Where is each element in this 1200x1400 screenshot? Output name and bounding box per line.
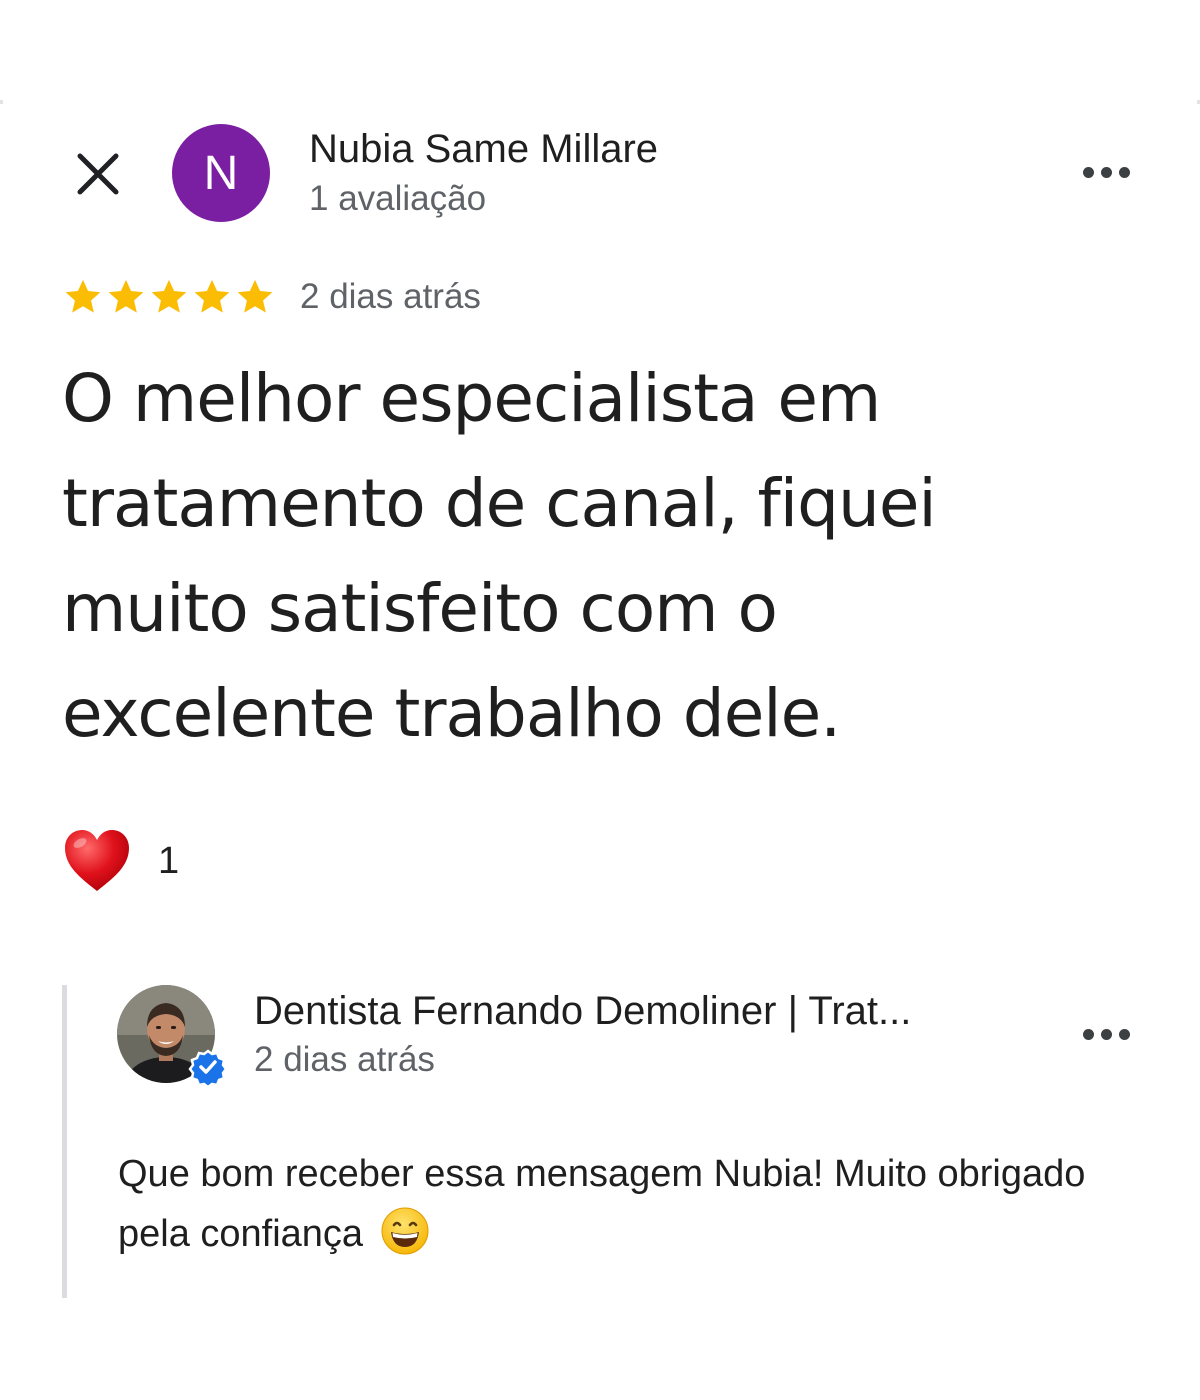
- close-icon: [77, 153, 119, 195]
- more-dot: [1100, 166, 1112, 178]
- reviewer-avatar[interactable]: N: [172, 124, 270, 222]
- owner-name[interactable]: Dentista Fernando Demoliner | Trat...: [254, 986, 911, 1036]
- more-dot: [1082, 166, 1094, 178]
- more-dot: [1082, 1028, 1094, 1040]
- reply-message: Que bom receber essa mensagem Nubia! Mui…: [118, 1153, 1086, 1255]
- star-icon: [237, 279, 273, 313]
- grinning-face-icon: [381, 1207, 429, 1255]
- reply-date: 2 dias atrás: [254, 1040, 435, 1079]
- review-text: O melhor especialista em tratamento de c…: [62, 360, 937, 752]
- reaction-count: 1: [158, 839, 180, 882]
- owner-photo: [117, 985, 228, 1089]
- more-dot: [1118, 1028, 1130, 1040]
- more-dot: [1100, 1028, 1112, 1040]
- reviewer-name[interactable]: Nubia Same Millare: [309, 124, 658, 174]
- reply-text: Que bom receber essa mensagem Nubia! Mui…: [118, 1144, 1118, 1264]
- reviewer-review-count: 1 avaliação: [309, 179, 487, 218]
- more-dot: [1118, 166, 1130, 178]
- owner-avatar[interactable]: [117, 985, 228, 1089]
- star-icon: [194, 279, 230, 313]
- sheet-edge-left: [0, 100, 3, 104]
- star-rating: [62, 276, 276, 318]
- rating-row: 2 dias atrás: [62, 272, 481, 322]
- star-icon: [65, 279, 101, 313]
- reply-more-button[interactable]: [1076, 1014, 1136, 1054]
- reaction-button[interactable]: 1: [62, 826, 179, 896]
- heart-icon: [65, 830, 129, 891]
- reviewer-initial: N: [203, 146, 239, 200]
- star-icon: [151, 279, 187, 313]
- star-icon: [108, 279, 144, 313]
- close-button[interactable]: [70, 146, 126, 202]
- review-date: 2 dias atrás: [300, 277, 481, 316]
- review-more-button[interactable]: [1076, 152, 1136, 192]
- reply-indent-bar: [62, 985, 67, 1298]
